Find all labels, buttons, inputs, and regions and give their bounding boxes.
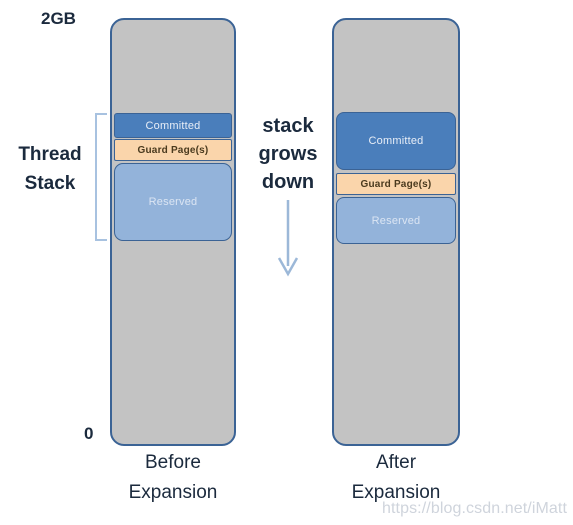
stack-grows-down-label: stack grows down: [246, 112, 330, 196]
memory-band-committed-before: Committed: [114, 113, 232, 138]
memory-column-before: Committed Guard Page(s) Reserved: [110, 18, 236, 446]
memory-band-reserved-before: Reserved: [114, 163, 232, 241]
stack-grows-down-line2: grows: [258, 143, 318, 165]
memory-band-guard-page-before: Guard Page(s): [114, 139, 232, 161]
memory-band-committed-after: Committed: [336, 112, 456, 170]
caption-after-line1: After: [375, 452, 417, 473]
scale-label-bottom: 0: [84, 424, 94, 443]
thread-stack-label-line1: Thread: [18, 144, 82, 165]
thread-stack-label-line2: Stack: [24, 173, 76, 194]
caption-before-line2: Expansion: [128, 482, 218, 503]
arrow-down-icon: [277, 200, 299, 277]
scale-label-top: 2GB: [41, 9, 76, 28]
stack-grows-down-line3: down: [261, 171, 315, 193]
watermark: https://blog.csdn.net/iMatt: [382, 500, 568, 517]
caption-before-line1: Before: [145, 452, 201, 473]
caption-after-expansion: After Expansion: [320, 448, 472, 508]
caption-before-expansion: Before Expansion: [95, 448, 251, 508]
memory-band-reserved-after: Reserved: [336, 197, 456, 244]
memory-band-guard-page-after: Guard Page(s): [336, 173, 456, 195]
diagram-canvas: 2GB 0 Thread Stack Committed Guard Page(…: [0, 0, 573, 525]
stack-grows-down-line1: stack: [262, 115, 314, 137]
thread-stack-label: Thread Stack: [2, 140, 98, 198]
memory-column-after: Committed Guard Page(s) Reserved: [332, 18, 460, 446]
